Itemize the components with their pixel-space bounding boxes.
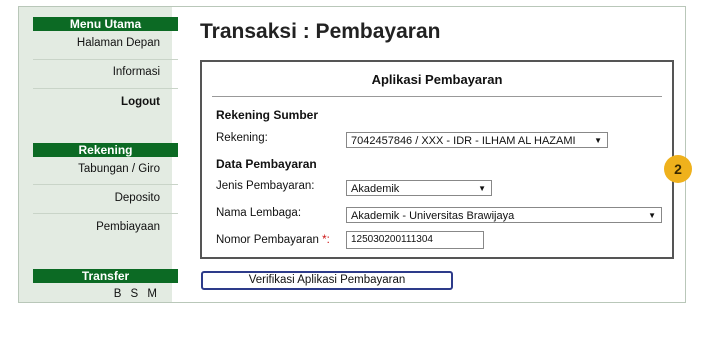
rekening-sumber-heading: Rekening Sumber [216, 108, 319, 122]
jenis-pembayaran-label: Jenis Pembayaran: [216, 180, 315, 192]
verify-button[interactable]: Verifikasi Aplikasi Pembayaran [201, 271, 453, 290]
jenis-pembayaran-select[interactable]: Akademik ▼ [346, 180, 492, 196]
transfer-header: Transfer [33, 269, 178, 283]
rekening-select-value: 7042457846 / XXX - IDR - ILHAM AL HAZAMI [351, 135, 576, 147]
nomor-pembayaran-label: Nomor Pembayaran *: [216, 234, 330, 246]
sidebar-item-pembiayaan[interactable]: Pembiayaan [96, 221, 160, 233]
sidebar-item-informasi[interactable]: Informasi [113, 66, 160, 78]
rekening-select[interactable]: 7042457846 / XXX - IDR - ILHAM AL HAZAMI… [346, 132, 608, 148]
nomor-pembayaran-input[interactable]: 125030200111304 [346, 231, 484, 249]
step-badge: 2 [664, 155, 692, 183]
sidebar-divider [33, 213, 178, 214]
dropdown-arrow-icon: ▼ [648, 211, 656, 220]
required-marker: *: [322, 234, 330, 246]
nama-lembaga-value: Akademik - Universitas Brawijaya [351, 210, 515, 222]
sidebar-item-bsm[interactable]: B S M [114, 288, 160, 300]
sidebar-divider [33, 59, 178, 60]
nama-lembaga-select[interactable]: Akademik - Universitas Brawijaya ▼ [346, 207, 662, 223]
sidebar: Menu Utama Halaman Depan Informasi Logou… [19, 7, 178, 302]
rekening-header: Rekening [33, 143, 178, 157]
sidebar-item-tabungan-giro[interactable]: Tabungan / Giro [78, 163, 160, 175]
data-pembayaran-heading: Data Pembayaran [216, 157, 317, 171]
nama-lembaga-label: Nama Lembaga: [216, 207, 302, 219]
sidebar-divider [33, 88, 178, 89]
form-title: Aplikasi Pembayaran [371, 72, 503, 87]
sidebar-item-deposito[interactable]: Deposito [115, 192, 160, 204]
page-title: Transaksi : Pembayaran [200, 20, 441, 43]
rekening-label: Rekening: [216, 132, 268, 144]
sidebar-divider [33, 184, 178, 185]
form-divider [212, 96, 662, 97]
dropdown-arrow-icon: ▼ [594, 136, 602, 145]
sidebar-item-logout[interactable]: Logout [121, 96, 160, 108]
dropdown-arrow-icon: ▼ [478, 184, 486, 193]
payment-form-panel: Aplikasi Pembayaran Rekening Sumber Reke… [200, 60, 674, 259]
menu-utama-header: Menu Utama [33, 17, 178, 31]
jenis-pembayaran-value: Akademik [351, 183, 400, 195]
nomor-pembayaran-label-text: Nomor Pembayaran [216, 234, 319, 246]
sidebar-item-halaman-depan[interactable]: Halaman Depan [77, 37, 160, 49]
